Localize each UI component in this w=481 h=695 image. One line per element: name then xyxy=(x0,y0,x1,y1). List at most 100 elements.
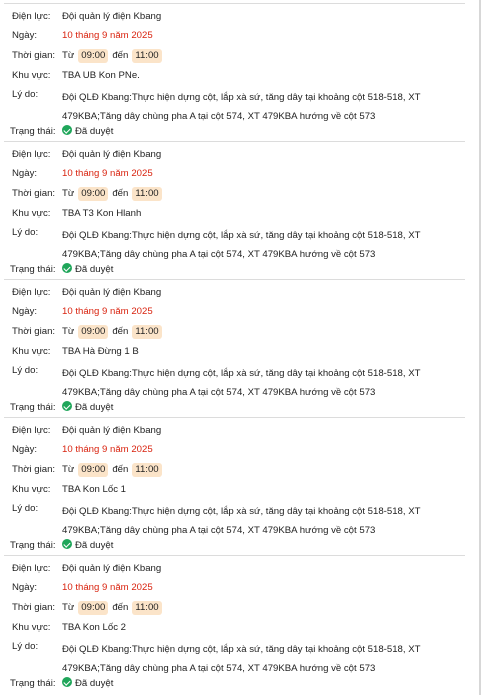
check-circle-icon xyxy=(62,263,72,273)
time-label: Thời gian: xyxy=(12,464,56,475)
outage-schedule-list: Điện lực: Đội quản lý điện Kbang Ngày: 10 … xyxy=(0,0,481,695)
unit-label: Điện lực: xyxy=(12,149,51,160)
to-label: đến xyxy=(112,326,129,337)
status-label: Trạng thái: xyxy=(10,264,56,275)
status-badge: Đã duyệt xyxy=(62,125,113,138)
time-label: Thời gian: xyxy=(12,50,56,61)
area-label: Khu vực: xyxy=(12,70,51,81)
check-circle-icon xyxy=(62,677,72,687)
reason-value: Đội QLĐ Kbang:Thực hiện dựng cột, lắp xà… xyxy=(62,88,459,126)
status-text: Đã duyệt xyxy=(75,126,114,137)
to-label: đến xyxy=(112,50,129,61)
end-time-chip: 11:00 xyxy=(132,187,162,201)
to-label: đến xyxy=(112,602,129,613)
reason-line-2: 479KBA;Tăng dây chùng pha A tại cột 574,… xyxy=(62,663,376,674)
unit-label: Điện lực: xyxy=(12,563,51,574)
unit-value: Đội quản lý điện Kbang xyxy=(62,563,162,574)
from-label: Từ xyxy=(62,188,75,199)
date-label: Ngày: xyxy=(12,306,38,317)
schedule-card[interactable]: Điện lực: Đội quản lý điện Kbang Ngày: 10 … xyxy=(4,417,465,555)
status-text: Đã duyệt xyxy=(75,402,114,413)
end-time-chip: 11:00 xyxy=(132,601,162,615)
time-range: Từ 09:00 đến 11:00 xyxy=(62,325,459,339)
reason-line-2: 479KBA;Tăng dây chùng pha A tại cột 574,… xyxy=(62,525,376,536)
date-value: 10 tháng 9 năm 2025 xyxy=(62,168,153,179)
schedule-card[interactable]: Điện lực: Đội quản lý điện Kbang Ngày: 10 … xyxy=(4,3,465,141)
reason-label: Lý do: xyxy=(12,503,39,514)
status-text: Đã duyệt xyxy=(75,678,114,689)
end-time-chip: 11:00 xyxy=(132,463,162,477)
start-time-chip: 09:00 xyxy=(78,187,109,201)
status-badge: Đã duyệt xyxy=(62,263,113,276)
status-text: Đã duyệt xyxy=(75,264,114,275)
start-time-chip: 09:00 xyxy=(78,463,109,477)
reason-line-1: Đội QLĐ Kbang:Thực hiện dựng cột, lắp xà… xyxy=(62,644,421,655)
reason-label: Lý do: xyxy=(12,227,39,238)
area-label: Khu vực: xyxy=(12,622,51,633)
area-label: Khu vực: xyxy=(12,208,51,219)
status-label: Trạng thái: xyxy=(10,402,56,413)
reason-value: Đội QLĐ Kbang:Thực hiện dựng cột, lắp xà… xyxy=(62,364,459,402)
area-value: TBA Kon Lốc 1 xyxy=(62,484,126,495)
end-time-chip: 11:00 xyxy=(132,325,162,339)
date-value: 10 tháng 9 năm 2025 xyxy=(62,582,153,593)
end-time-chip: 11:00 xyxy=(132,49,162,63)
reason-value: Đội QLĐ Kbang:Thực hiện dựng cột, lắp xà… xyxy=(62,502,459,540)
check-circle-icon xyxy=(62,125,72,135)
status-badge: Đã duyệt xyxy=(62,539,113,552)
unit-label: Điện lực: xyxy=(12,425,51,436)
date-value: 10 tháng 9 năm 2025 xyxy=(62,306,153,317)
status-text: Đã duyệt xyxy=(75,540,114,551)
reason-label: Lý do: xyxy=(12,365,39,376)
start-time-chip: 09:00 xyxy=(78,49,109,63)
reason-value: Đội QLĐ Kbang:Thực hiện dựng cột, lắp xà… xyxy=(62,226,459,264)
status-label: Trạng thái: xyxy=(10,678,56,689)
time-label: Thời gian: xyxy=(12,326,56,337)
reason-label: Lý do: xyxy=(12,641,39,652)
reason-line-1: Đội QLĐ Kbang:Thực hiện dựng cột, lắp xà… xyxy=(62,230,421,241)
date-label: Ngày: xyxy=(12,168,38,179)
schedule-card[interactable]: Điện lực: Đội quản lý điện Kbang Ngày: 10 … xyxy=(4,279,465,417)
from-label: Từ xyxy=(62,464,75,475)
start-time-chip: 09:00 xyxy=(78,601,109,615)
status-badge: Đã duyệt xyxy=(62,401,113,414)
unit-label: Điện lực: xyxy=(12,287,51,298)
time-label: Thời gian: xyxy=(12,602,56,613)
status-label: Trạng thái: xyxy=(10,126,56,137)
from-label: Từ xyxy=(62,326,75,337)
schedule-card[interactable]: Điện lực: Đội quản lý điện Kbang Ngày: 10 … xyxy=(4,141,465,279)
area-label: Khu vực: xyxy=(12,346,51,357)
check-circle-icon xyxy=(62,539,72,549)
unit-value: Đội quản lý điện Kbang xyxy=(62,149,162,160)
time-label: Thời gian: xyxy=(12,188,56,199)
status-label: Trạng thái: xyxy=(10,540,56,551)
unit-label: Điện lực: xyxy=(12,11,51,22)
reason-value: Đội QLĐ Kbang:Thực hiện dựng cột, lắp xà… xyxy=(62,640,459,678)
time-range: Từ 09:00 đến 11:00 xyxy=(62,463,459,477)
reason-line-1: Đội QLĐ Kbang:Thực hiện dựng cột, lắp xà… xyxy=(62,368,421,379)
from-label: Từ xyxy=(62,602,75,613)
date-label: Ngày: xyxy=(12,30,38,41)
time-range: Từ 09:00 đến 11:00 xyxy=(62,187,459,201)
area-value: TBA UB Kon PNe. xyxy=(62,70,140,81)
time-range: Từ 09:00 đến 11:00 xyxy=(62,601,459,615)
check-circle-icon xyxy=(62,401,72,411)
to-label: đến xyxy=(112,464,129,475)
schedule-card[interactable]: Điện lực: Đội quản lý điện Kbang Ngày: 10 … xyxy=(4,555,465,693)
date-label: Ngày: xyxy=(12,582,38,593)
area-value: TBA Kon Lốc 2 xyxy=(62,622,126,633)
unit-value: Đội quản lý điện Kbang xyxy=(62,287,162,298)
reason-line-2: 479KBA;Tăng dây chùng pha A tại cột 574,… xyxy=(62,111,376,122)
time-range: Từ 09:00 đến 11:00 xyxy=(62,49,459,63)
date-value: 10 tháng 9 năm 2025 xyxy=(62,30,153,41)
status-badge: Đã duyệt xyxy=(62,677,113,690)
reason-line-1: Đội QLĐ Kbang:Thực hiện dựng cột, lắp xà… xyxy=(62,506,421,517)
start-time-chip: 09:00 xyxy=(78,325,109,339)
reason-line-1: Đội QLĐ Kbang:Thực hiện dựng cột, lắp xà… xyxy=(62,92,421,103)
area-value: TBA Hà Đừng 1 B xyxy=(62,346,139,357)
area-label: Khu vực: xyxy=(12,484,51,495)
reason-line-2: 479KBA;Tăng dây chùng pha A tại cột 574,… xyxy=(62,387,376,398)
unit-value: Đội quản lý điện Kbang xyxy=(62,11,162,22)
to-label: đến xyxy=(112,188,129,199)
reason-line-2: 479KBA;Tăng dây chùng pha A tại cột 574,… xyxy=(62,249,376,260)
